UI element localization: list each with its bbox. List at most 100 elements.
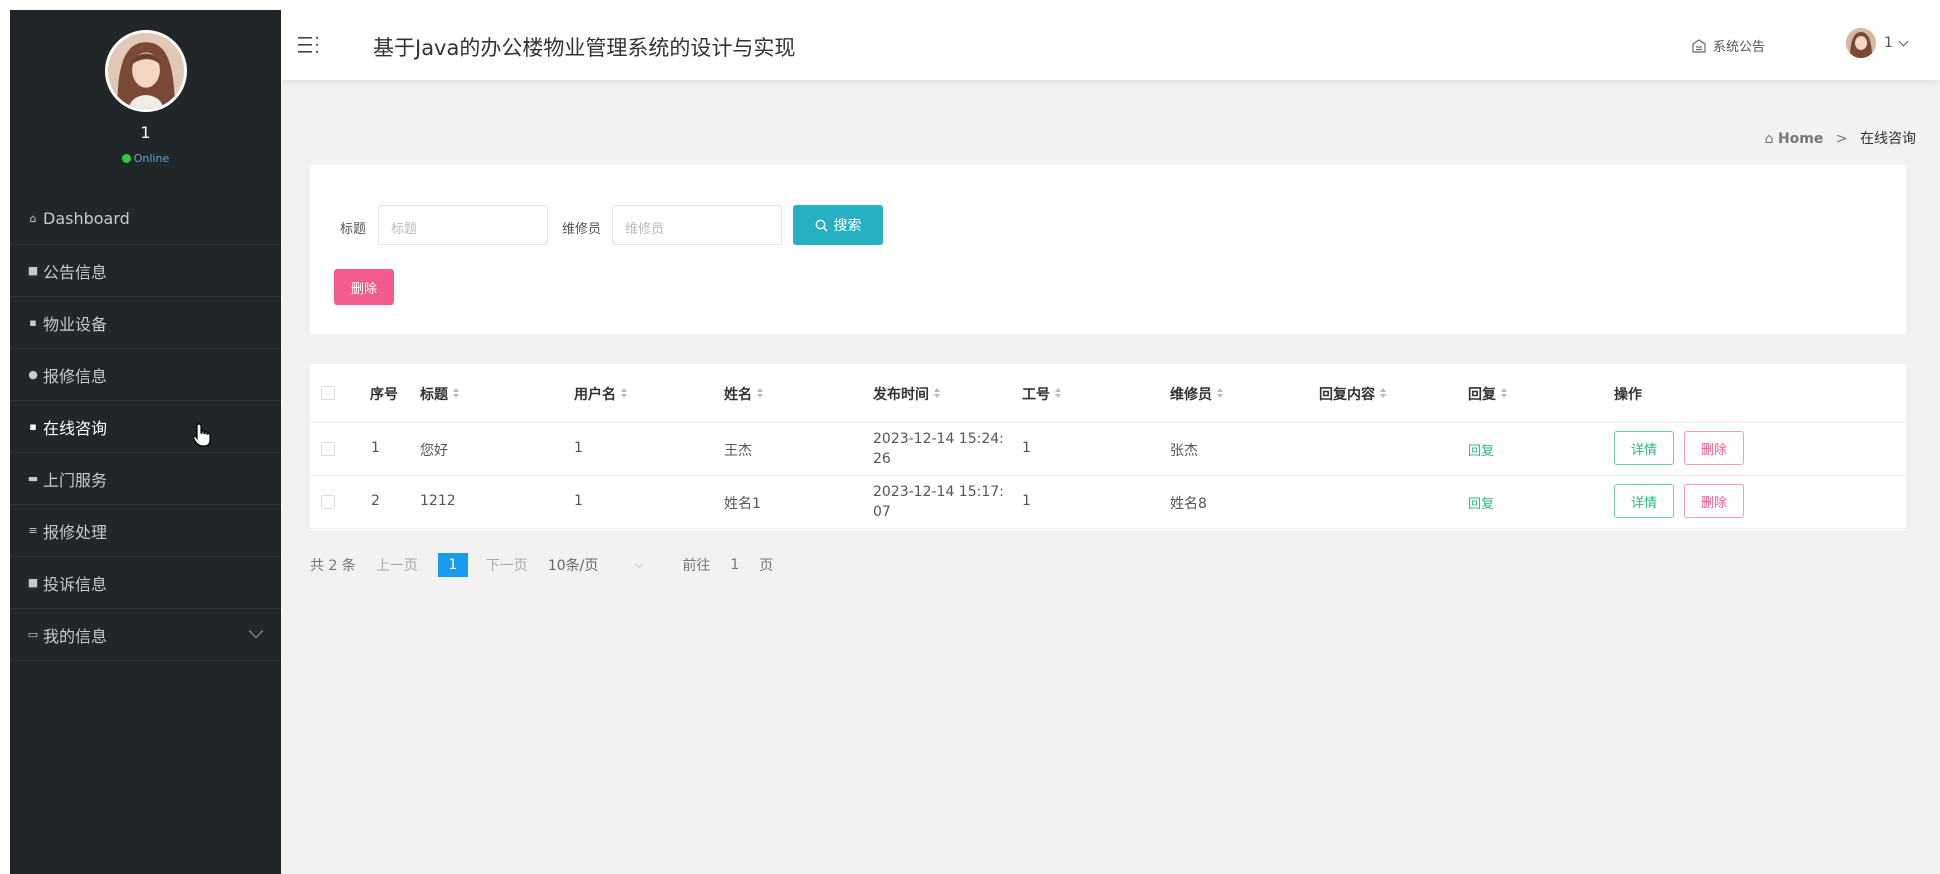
sidebar-item-my-info[interactable]: ▭ 我的信息 xyxy=(10,609,281,661)
title-search-input[interactable]: 标题 xyxy=(378,205,548,245)
user-menu[interactable]: 1 xyxy=(1846,28,1909,58)
cell-title: 您好 xyxy=(420,443,448,459)
app-title: 基于Java的办公楼物业管理系统的设计与实现 xyxy=(373,36,796,60)
row-checkbox[interactable] xyxy=(321,495,335,509)
status-text: Online xyxy=(133,152,170,165)
notice-label: 系统公告 xyxy=(1713,40,1766,55)
breadcrumb-current: 在线咨询 xyxy=(1860,131,1916,147)
avatar-image xyxy=(108,33,184,109)
goto-label: 前往 xyxy=(682,558,711,574)
sidebar-item-dashboard[interactable]: ⌂ Dashboard xyxy=(10,193,281,245)
repairer-label: 维修员 xyxy=(562,222,602,237)
sidebar: 1 Online ⌂ Dashboard ■ 公告信息 ▪ 物业设备 ● 报修信… xyxy=(10,10,281,874)
window-icon: ▭ xyxy=(27,628,39,641)
menu-toggle-icon[interactable] xyxy=(298,35,320,55)
online-status: Online xyxy=(10,152,281,165)
col-repairer-label: 维修员 xyxy=(1170,387,1212,403)
comment-icon: ■ xyxy=(27,264,39,277)
system-notice-link[interactable]: 系统公告 xyxy=(1691,36,1765,55)
sort-icon xyxy=(934,388,940,398)
search-icon xyxy=(815,219,827,231)
goto-page-input[interactable]: 1 xyxy=(730,557,739,573)
chevron-down-icon xyxy=(248,623,264,639)
home-icon: ⌂ xyxy=(29,212,37,225)
col-username[interactable]: 用户名 xyxy=(574,384,627,404)
breadcrumb-home[interactable]: Home xyxy=(1778,131,1823,147)
batch-delete-button[interactable]: 删除 xyxy=(334,269,394,305)
page-size-select[interactable]: 10条/页 xyxy=(548,555,663,575)
sidebar-item-repair-handling[interactable]: ≡ 报修处理 xyxy=(10,505,281,557)
cell-job-no: 1 xyxy=(1022,440,1031,456)
title-label: 标题 xyxy=(340,222,367,237)
sidebar-item-label: Dashboard xyxy=(43,209,130,228)
sidebar-item-label: 我的信息 xyxy=(43,626,108,646)
page-number-current[interactable]: 1 xyxy=(437,553,468,577)
prev-page-button[interactable]: 上一页 xyxy=(376,555,418,575)
sort-icon xyxy=(621,388,627,398)
search-panel: 标题 标题 维修员 维修员 搜索 删除 xyxy=(310,165,1906,334)
col-reply-label: 回复 xyxy=(1468,387,1496,403)
header-avatar xyxy=(1846,28,1876,58)
reply-link[interactable]: 回复 xyxy=(1468,440,1494,459)
detail-button[interactable]: 详情 xyxy=(1614,431,1674,465)
repairer-search-input[interactable]: 维修员 xyxy=(612,205,782,245)
car-icon: ▬ xyxy=(27,472,39,485)
detail-button[interactable]: 详情 xyxy=(1614,484,1674,518)
col-job-no[interactable]: 工号 xyxy=(1022,384,1061,404)
avatar-image xyxy=(1846,28,1876,58)
col-title-label: 标题 xyxy=(420,387,448,403)
table-header: 序号 标题 用户名 姓名 发布时间 工号 维修员 回复内容 回复 操作 xyxy=(310,364,1906,423)
notice-icon xyxy=(1692,38,1706,53)
sort-icon xyxy=(1380,388,1386,398)
comment-icon: ■ xyxy=(27,576,39,589)
map-pin-icon: ● xyxy=(28,368,38,381)
sort-icon xyxy=(1501,388,1507,398)
page-unit-label: 页 xyxy=(759,558,774,574)
col-reply-content[interactable]: 回复内容 xyxy=(1319,384,1386,404)
row-checkbox[interactable] xyxy=(321,442,335,456)
select-all-checkbox[interactable] xyxy=(321,386,335,400)
sidebar-item-complaint[interactable]: ■ 投诉信息 xyxy=(10,557,281,609)
col-job-no-label: 工号 xyxy=(1022,387,1050,403)
col-time-label: 发布时间 xyxy=(873,387,929,403)
cell-name: 王杰 xyxy=(724,443,752,459)
cell-username: 1 xyxy=(574,440,583,456)
main-content: ⌂ Home > 在线咨询 标题 标题 维修员 维修员 搜索 删除 序号 标题 … xyxy=(281,80,1940,874)
sidebar-item-label: 物业设备 xyxy=(43,314,108,334)
col-time[interactable]: 发布时间 xyxy=(873,384,940,404)
avatar[interactable] xyxy=(105,30,187,112)
sidebar-item-announcement[interactable]: ■ 公告信息 xyxy=(10,245,281,297)
search-button[interactable]: 搜索 xyxy=(793,205,883,245)
cell-time: 2023-12-14 15:17: 07 xyxy=(873,482,1013,522)
table-row: 2 1212 1 姓名1 2023-12-14 15:17: 07 1 姓名8 回… xyxy=(310,476,1906,529)
delete-button[interactable]: 删除 xyxy=(1684,484,1744,518)
col-reply[interactable]: 回复 xyxy=(1468,384,1507,404)
col-actions: 操作 xyxy=(1614,387,1642,403)
sidebar-item-label: 在线咨询 xyxy=(43,418,108,438)
consult-table: 序号 标题 用户名 姓名 发布时间 工号 维修员 回复内容 回复 操作 1 您好… xyxy=(310,364,1906,530)
cell-repairer: 姓名8 xyxy=(1170,496,1207,512)
list-icon: ≡ xyxy=(28,524,38,537)
cell-title: 1212 xyxy=(420,493,456,509)
sort-icon xyxy=(453,388,459,398)
sidebar-item-repair-info[interactable]: ● 报修信息 xyxy=(10,349,281,401)
sidebar-item-equipment[interactable]: ▪ 物业设备 xyxy=(10,297,281,349)
sidebar-menu: ⌂ Dashboard ■ 公告信息 ▪ 物业设备 ● 报修信息 ▪ 在线咨询 … xyxy=(10,193,281,661)
col-title[interactable]: 标题 xyxy=(420,384,459,404)
pagination: 共 2 条 上一页 1 下一页 10条/页 前往 1 页 xyxy=(310,552,793,578)
delete-button[interactable]: 删除 xyxy=(1684,431,1744,465)
reply-link[interactable]: 回复 xyxy=(1468,493,1494,512)
sidebar-item-online-consult[interactable]: ▪ 在线咨询 xyxy=(10,401,281,453)
next-page-button[interactable]: 下一页 xyxy=(486,555,528,575)
table-row: 1 您好 1 王杰 2023-12-14 15:24: 26 1 张杰 回复 详情… xyxy=(310,423,1906,476)
sort-icon xyxy=(757,388,763,398)
total-count: 共 2 条 xyxy=(310,558,356,574)
chevron-down-icon xyxy=(1898,36,1909,46)
col-reply-content-label: 回复内容 xyxy=(1319,387,1375,403)
sidebar-item-label: 报修信息 xyxy=(43,366,108,386)
chevron-down-icon xyxy=(635,559,644,569)
col-repairer[interactable]: 维修员 xyxy=(1170,384,1223,404)
sidebar-item-onsite-service[interactable]: ▬ 上门服务 xyxy=(10,453,281,505)
col-name[interactable]: 姓名 xyxy=(724,384,763,404)
sidebar-user-name: 1 xyxy=(140,123,151,142)
